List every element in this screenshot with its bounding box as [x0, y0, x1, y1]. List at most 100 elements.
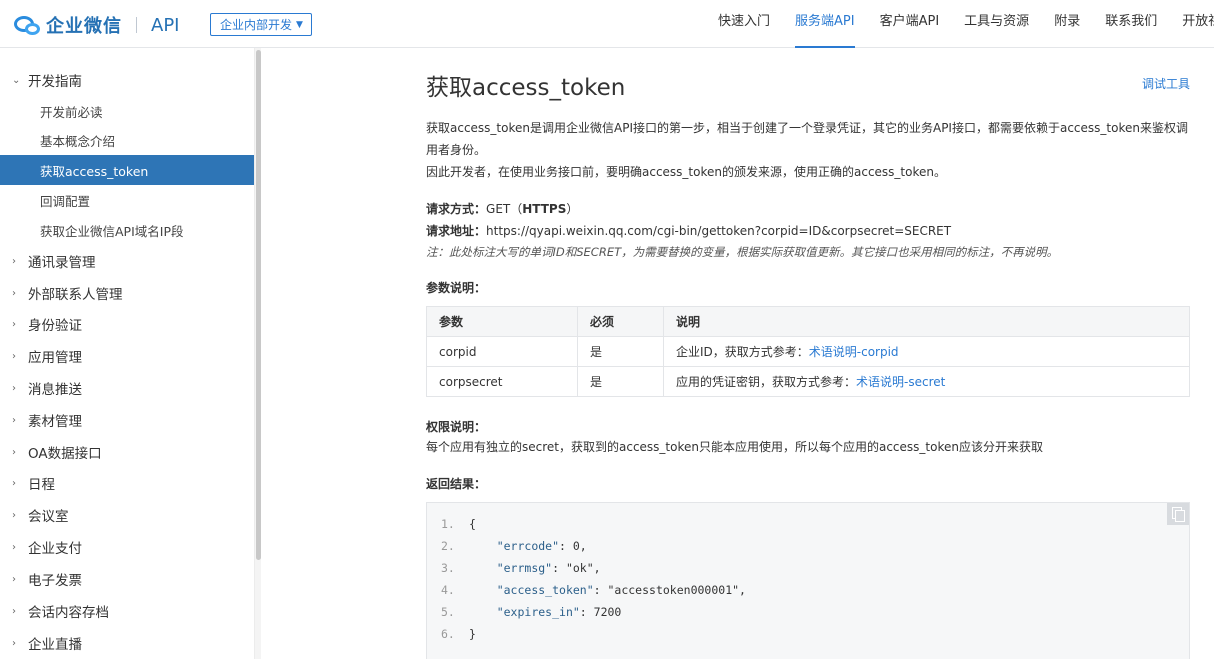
intro-paragraph: 获取access_token是调用企业微信API接口的第一步，相当于创建了一个登…	[426, 121, 1188, 157]
param-name: corpsecret	[426, 366, 578, 397]
chevron-right-icon: ›	[12, 318, 16, 330]
permission-section-title: 权限说明：	[426, 420, 487, 434]
sidebar-group-label: 企业直播	[28, 637, 82, 653]
sidebar-group-label: 企业支付	[28, 541, 82, 557]
chevron-right-icon: ›	[12, 637, 16, 649]
nav-item-server-api[interactable]: 服务端API	[795, 0, 855, 48]
sidebar-group-label: 消息推送	[28, 382, 82, 398]
sidebar-group-label: OA数据接口	[28, 446, 102, 462]
result-section-title: 返回结果：	[426, 477, 487, 491]
intro-paragraph-2: 因此开发者，在使用业务接口前，要明确access_token的颁发来源，使用正确…	[426, 165, 946, 179]
sidebar-item-label: 基本概念介绍	[40, 133, 116, 149]
table-row: corpid 是 企业ID，获取方式参考：术语说明-corpid	[426, 336, 1190, 367]
permission-text: 每个应用有独立的secret，获取到的access_token只能本应用使用，所…	[426, 440, 1043, 454]
sidebar-group-label: 会议室	[28, 509, 69, 525]
chevron-right-icon: ›	[12, 541, 16, 553]
scope-select-value: 企业内部开发	[220, 18, 293, 32]
request-method-value: GET（	[486, 202, 523, 216]
sidebar-item-prerequisites[interactable]: 开发前必读	[0, 96, 254, 126]
nav-item-appendix[interactable]: 附录	[1054, 0, 1080, 48]
code-key: "errmsg"	[496, 561, 553, 575]
table-header-row: 参数 必须 说明	[426, 306, 1190, 337]
request-url-value: https://qyapi.weixin.qq.com/cgi-bin/gett…	[486, 224, 952, 238]
sidebar-group-dev-guide[interactable]: ⌄ 开发指南	[0, 65, 254, 95]
logo[interactable]: 企业微信 API	[14, 13, 179, 37]
sidebar-group-label: 开发指南	[28, 74, 82, 90]
chevron-right-icon: ›	[12, 255, 16, 267]
request-url: 请求地址：https://qyapi.weixin.qq.com/cgi-bin…	[426, 222, 951, 239]
param-required: 是	[577, 336, 664, 367]
code-value: : "ok",	[552, 561, 601, 575]
chevron-right-icon: ›	[12, 382, 16, 394]
line-number: 2.	[441, 539, 455, 553]
sidebar-item-concepts[interactable]: 基本概念介绍	[0, 125, 254, 155]
sidebar-group[interactable]: › 日程	[0, 468, 254, 498]
sidebar-group[interactable]: › 电子发票	[0, 564, 254, 594]
code-value: : 7200	[579, 605, 622, 619]
logo-api-text: API	[151, 14, 180, 36]
logo-divider	[136, 17, 137, 33]
wecom-logo-icon	[14, 14, 42, 36]
nav-item-contact[interactable]: 联系我们	[1105, 0, 1157, 48]
copy-icon[interactable]	[1167, 503, 1189, 525]
sidebar-item-label: 获取企业微信API域名IP段	[40, 223, 184, 239]
sidebar-group[interactable]: › 消息推送	[0, 373, 254, 403]
nav-item-community[interactable]: 开放社区	[1182, 0, 1214, 48]
sidebar-group[interactable]: › 会议室	[0, 500, 254, 530]
code-text: {	[469, 517, 476, 531]
code-key: "errcode"	[496, 539, 560, 553]
debug-tool-link[interactable]: 调试工具	[1142, 75, 1190, 92]
code-line: 4. "access_token": "accesstoken000001",	[441, 579, 746, 601]
sidebar-group-label: 会话内容存档	[28, 605, 109, 621]
nav-item-client-api[interactable]: 客户端API	[880, 0, 940, 48]
line-number: 5.	[441, 605, 455, 619]
line-number: 3.	[441, 561, 455, 575]
request-method-close: ）	[566, 202, 579, 216]
logo-text: 企业微信	[46, 16, 122, 37]
sidebar-scrollbar[interactable]	[254, 48, 261, 659]
chevron-right-icon: ›	[12, 477, 16, 489]
note-text: 注：此处标注大写的单词ID和SECRET，为需要替换的变量，根据实际获取值更新。…	[426, 245, 1059, 259]
request-method: 请求方式：GET（HTTPS）	[426, 200, 578, 217]
sidebar-group[interactable]: › 企业支付	[0, 532, 254, 562]
chevron-down-icon: ⌄	[12, 74, 21, 86]
code-line: 6.}	[441, 623, 476, 645]
sidebar-group[interactable]: › 会话内容存档	[0, 596, 254, 626]
chevron-down-icon: ▼	[296, 19, 303, 30]
sidebar-group-label: 日程	[28, 477, 55, 493]
scrollbar-thumb[interactable]	[256, 50, 261, 560]
sidebar-group[interactable]: › 外部联系人管理	[0, 278, 254, 308]
nav-item-quickstart[interactable]: 快速入门	[718, 0, 770, 48]
request-method-protocol: HTTPS	[522, 202, 567, 216]
scope-select[interactable]: 企业内部开发 ▼	[210, 13, 312, 36]
param-desc-link[interactable]: 术语说明-corpid	[809, 345, 899, 359]
code-line: 3. "errmsg": "ok",	[441, 557, 601, 579]
sidebar-group[interactable]: › OA数据接口	[0, 437, 254, 467]
sidebar-item-get-access-token[interactable]: 获取access_token	[0, 155, 254, 185]
chevron-right-icon: ›	[12, 605, 16, 617]
line-number: 1.	[441, 517, 455, 531]
nav-item-tools[interactable]: 工具与资源	[964, 0, 1029, 48]
chevron-right-icon: ›	[12, 414, 16, 426]
sidebar-group[interactable]: › 身份验证	[0, 309, 254, 339]
param-desc-text: 企业ID，获取方式参考：	[676, 345, 809, 359]
sidebar-item-api-ip[interactable]: 获取企业微信API域名IP段	[0, 215, 254, 245]
line-number: 6.	[441, 627, 455, 641]
code-value: : 0,	[559, 539, 587, 553]
request-url-label: 请求地址：	[426, 224, 487, 238]
sidebar: ⌄ 开发指南 开发前必读 基本概念介绍 获取access_token 回调配置 …	[0, 48, 254, 659]
sidebar-group[interactable]: › 企业直播	[0, 628, 254, 658]
code-text: }	[469, 627, 476, 641]
sidebar-group[interactable]: › 通讯录管理	[0, 246, 254, 276]
table-header: 参数	[426, 306, 578, 337]
sidebar-group[interactable]: › 应用管理	[0, 341, 254, 371]
param-desc-link[interactable]: 术语说明-secret	[856, 375, 945, 389]
sidebar-group-label: 外部联系人管理	[28, 287, 123, 303]
chevron-right-icon: ›	[12, 287, 16, 299]
sidebar-group[interactable]: › 素材管理	[0, 405, 254, 435]
sidebar-item-callback-config[interactable]: 回调配置	[0, 185, 254, 215]
sidebar-item-label: 开发前必读	[40, 104, 103, 120]
params-table: 参数 必须 说明 corpid 是 企业ID，获取方式参考：术语说明-corpi…	[426, 306, 1190, 397]
sidebar-group-label: 通讯录管理	[28, 255, 96, 271]
code-key: "expires_in"	[496, 605, 580, 619]
